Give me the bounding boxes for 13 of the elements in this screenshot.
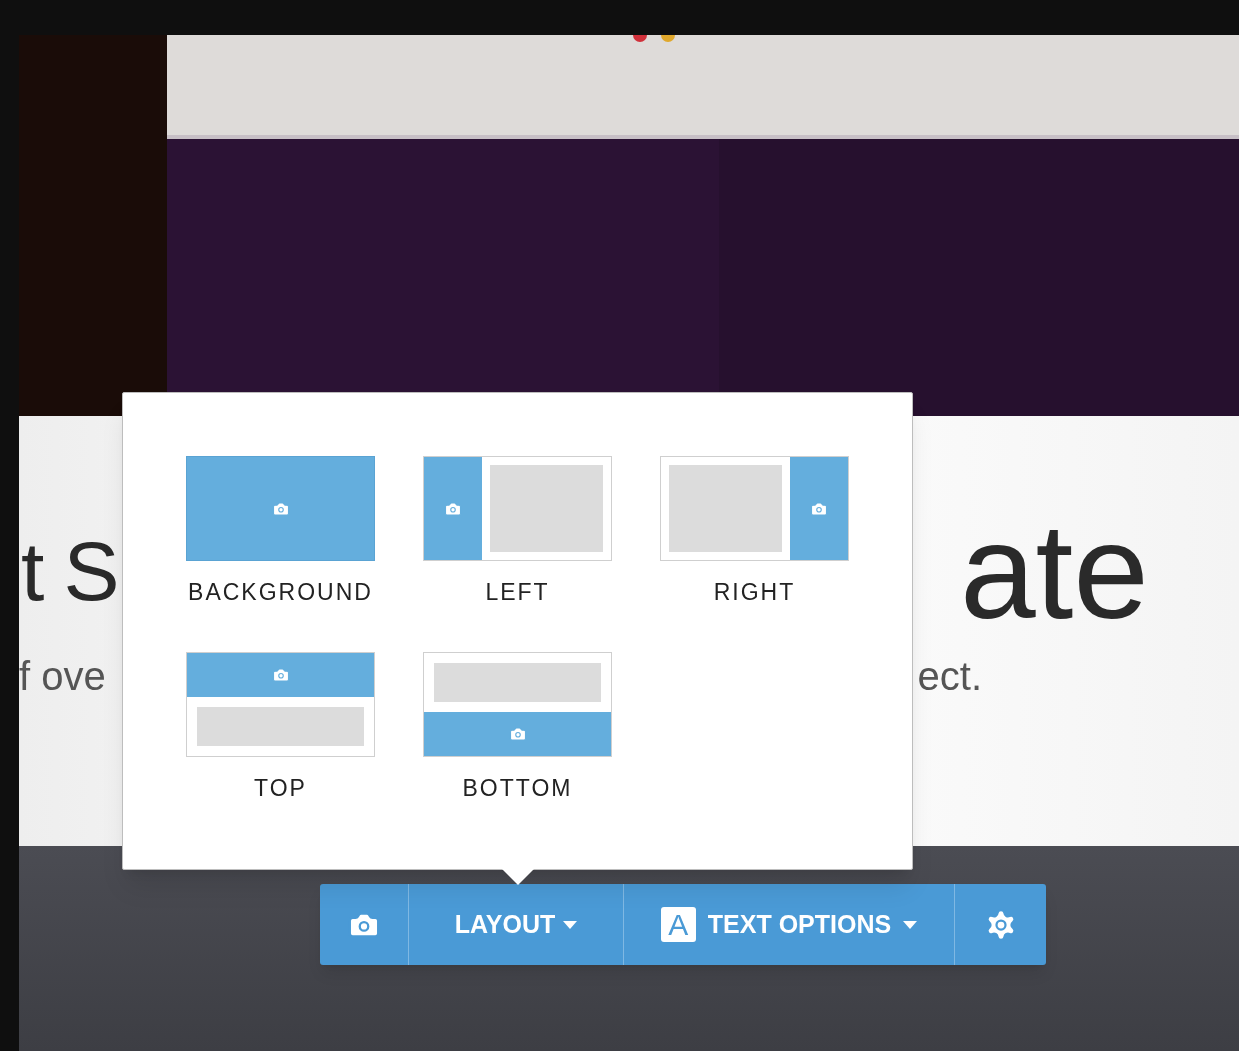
- caret-icon: [563, 920, 578, 929]
- layout-option[interactable]: BOTTOM: [423, 651, 612, 805]
- layout-option[interactable]: TOP: [186, 651, 375, 805]
- text-icon: A: [660, 907, 696, 942]
- caret-icon: [903, 920, 918, 929]
- layout-option[interactable]: LEFT: [423, 456, 612, 610]
- headline-fragment: t S: [21, 523, 118, 620]
- headline-fragment: ate: [959, 494, 1149, 649]
- text-options-label: TEXT OPTIONS: [707, 908, 892, 940]
- subtitle-fragment: ect.: [917, 653, 982, 700]
- layout-option[interactable]: RIGHT: [660, 456, 849, 610]
- subtitle-fragment: f ove: [19, 653, 106, 700]
- layout-option[interactable]: BACKGROUND: [186, 456, 375, 610]
